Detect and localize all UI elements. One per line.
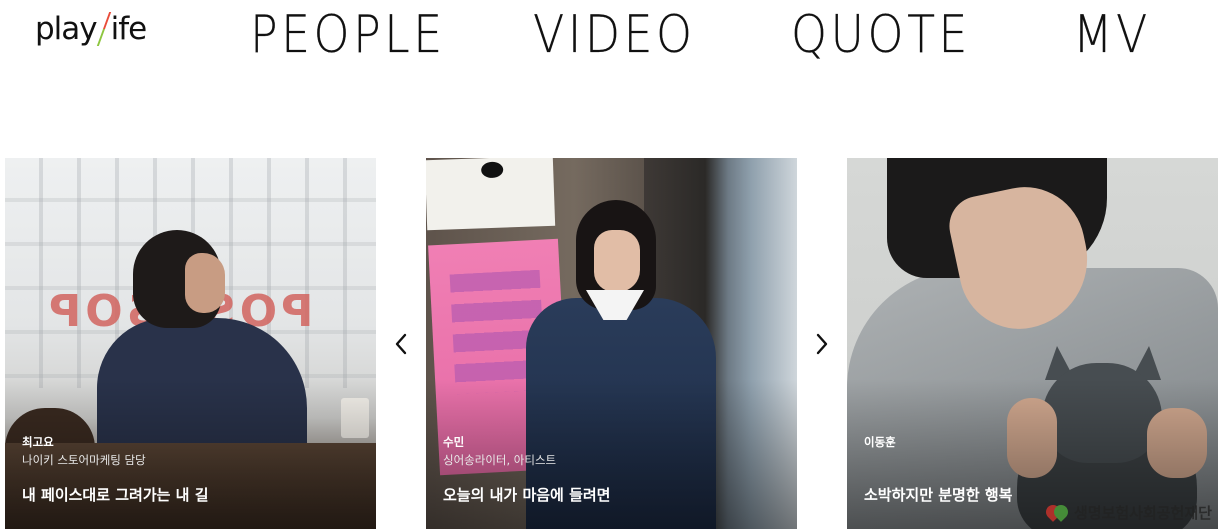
site-logo[interactable]: play ife — [35, 8, 148, 50]
people-card[interactable]: 수민 싱어송라이터, 아티스트 오늘의 내가 마음에 들려면 — [426, 158, 797, 529]
heart-leaf-logo-icon — [1044, 501, 1072, 523]
card-person-name: 수민 — [443, 435, 465, 449]
people-card[interactable]: SOP POS 최고요 나이키 스토어마케팅 담당 내 페이스대로 그려가는 내… — [5, 158, 376, 529]
card-person-name: 최고요 — [22, 435, 54, 449]
card-title: 내 페이스대로 그려가는 내 길 — [22, 486, 209, 504]
nav-quote[interactable]: QUOTE — [791, 9, 971, 61]
nav-mv[interactable]: MV — [1073, 9, 1151, 61]
chevron-right-icon — [816, 333, 828, 355]
nav-people[interactable]: PEOPLE — [250, 9, 446, 61]
card-title: 오늘의 내가 마음에 들려면 — [443, 486, 611, 504]
carousel-next-button[interactable] — [810, 330, 834, 358]
people-card[interactable]: 이동훈 소박하지만 분명한 행복 생명보험사회공헌재단 — [847, 158, 1218, 529]
nav-video[interactable]: VIDEO — [533, 9, 696, 61]
logo-text-left: play — [35, 10, 98, 47]
logo-text-right: ife — [110, 10, 148, 47]
card-person-role: 싱어송라이터, 아티스트 — [443, 453, 557, 467]
sponsor-credit-label: 생명보험사회공헌재단 — [1073, 503, 1212, 522]
card-title: 소박하지만 분명한 행복 — [864, 486, 1013, 504]
carousel-prev-button[interactable] — [389, 330, 413, 358]
chevron-left-icon — [395, 333, 407, 355]
card-person-name: 이동훈 — [864, 435, 896, 449]
card-person-role: 나이키 스토어마케팅 담당 — [22, 453, 146, 467]
sponsor-credit: 생명보험사회공헌재단 — [1044, 501, 1212, 523]
page: play ife PEOPLE VIDEO QUOTE MV SOP POS 최… — [0, 0, 1223, 529]
